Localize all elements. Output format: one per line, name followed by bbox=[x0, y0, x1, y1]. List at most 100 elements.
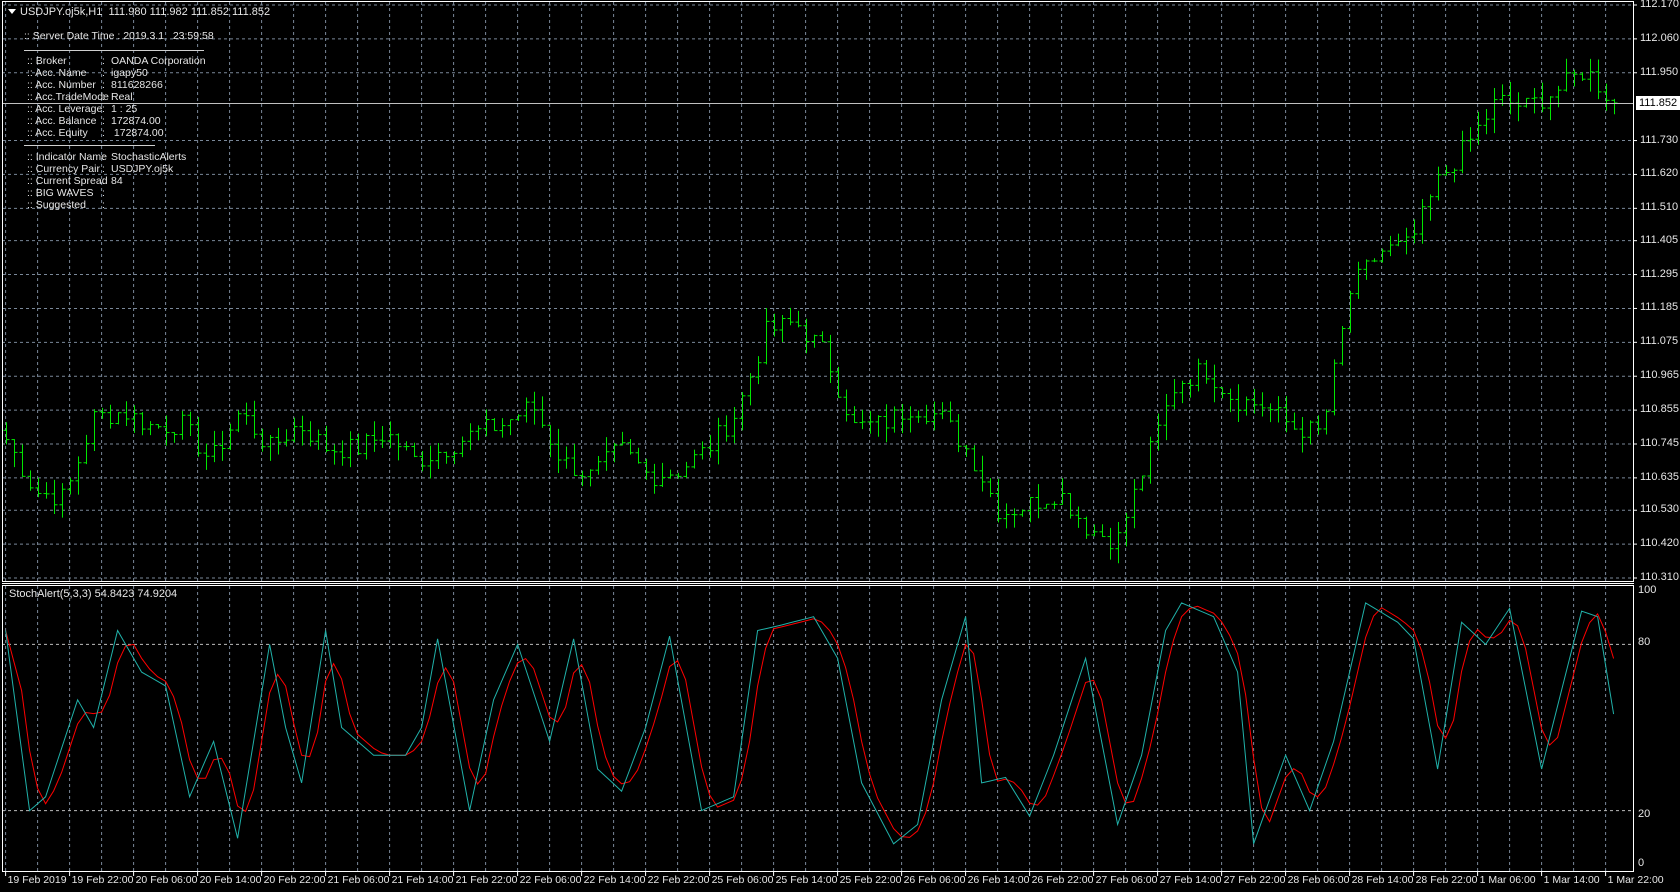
time-tick-label: 26 Feb 22:00 bbox=[1031, 874, 1094, 886]
ohlc-bar bbox=[59, 483, 66, 518]
indicator-label: StochAlert(5,3,3) 54.8423 74.9204 bbox=[9, 588, 178, 600]
info-label: :: Acc.TradeMode bbox=[27, 91, 109, 103]
ohlc-bar bbox=[467, 423, 474, 451]
ohlc-bar bbox=[1011, 508, 1018, 528]
ohlc-bar bbox=[851, 406, 858, 424]
ohlc-bar bbox=[1179, 380, 1186, 404]
info-label: :: Acc. Equity bbox=[27, 127, 88, 139]
ohlc-bar bbox=[1411, 219, 1418, 244]
time-tick-label: 1 Mar 14:00 bbox=[1543, 874, 1600, 886]
price-tick-label: 111.405 bbox=[1640, 233, 1679, 246]
price-tick-label: 110.530 bbox=[1640, 503, 1679, 516]
separator bbox=[24, 50, 204, 51]
ohlc-bar bbox=[411, 442, 418, 458]
info-value: igapy50 bbox=[111, 67, 148, 79]
ohlc-bar bbox=[1563, 58, 1570, 92]
price-tick-label: 110.745 bbox=[1640, 436, 1679, 449]
price-tick-label: 111.730 bbox=[1640, 133, 1679, 146]
ohlc-bar bbox=[227, 423, 234, 450]
ohlc-bar bbox=[251, 400, 258, 439]
ohlc-bar bbox=[723, 415, 730, 442]
ohlc-bar bbox=[1339, 325, 1346, 366]
ohlc-bar bbox=[371, 421, 378, 452]
ohlc-bar bbox=[1491, 88, 1498, 134]
ohlc-bar bbox=[1059, 478, 1066, 505]
ohlc-bar bbox=[1099, 524, 1106, 538]
current-price-label: 111.852 bbox=[1636, 96, 1680, 110]
ohlc-bar bbox=[475, 425, 482, 441]
ohlc-bar bbox=[1003, 503, 1010, 529]
price-tick-label: 112.170 bbox=[1640, 0, 1679, 10]
ohlc-bar bbox=[1155, 413, 1162, 451]
ohlc-bar bbox=[987, 478, 994, 498]
time-tick-label: 25 Feb 06:00 bbox=[711, 874, 774, 886]
time-tick-label: 27 Feb 14:00 bbox=[1159, 874, 1222, 886]
time-tick-label: 22 Feb 06:00 bbox=[519, 874, 582, 886]
info-label: :: Broker bbox=[27, 55, 67, 67]
ohlc-bar bbox=[1435, 166, 1442, 201]
ohlc-bar bbox=[715, 417, 722, 465]
dropdown-triangle-icon[interactable] bbox=[8, 9, 16, 14]
ohlc-bar bbox=[179, 410, 186, 440]
ohlc-bar bbox=[435, 442, 442, 470]
ohlc-bar bbox=[275, 427, 282, 455]
ohlc-bar bbox=[771, 313, 778, 337]
signal-line bbox=[5, 605, 1615, 838]
time-tick-label: 21 Feb 06:00 bbox=[327, 874, 390, 886]
info-colon: : bbox=[102, 115, 105, 127]
main-window-frame bbox=[2, 1, 1634, 582]
time-tick-label: 1 Mar 22:00 bbox=[1607, 874, 1664, 886]
ohlc-bar bbox=[43, 482, 50, 499]
price-tick-label: 110.855 bbox=[1640, 403, 1679, 416]
ohlc-bar bbox=[787, 307, 794, 326]
indicator-window-frame bbox=[2, 585, 1634, 872]
ohlc-bar bbox=[947, 401, 954, 423]
ohlc-bar bbox=[531, 391, 538, 425]
ohlc-bar bbox=[1219, 387, 1226, 399]
ohlc-bar bbox=[1131, 479, 1138, 529]
ohlc-bar bbox=[867, 411, 874, 434]
ohlc-bar bbox=[483, 409, 490, 437]
info-value: 84 bbox=[111, 175, 123, 187]
time-tick-label: 27 Feb 06:00 bbox=[1095, 874, 1158, 886]
price-tick-label: 112.060 bbox=[1640, 31, 1679, 44]
info-colon: : bbox=[102, 175, 105, 187]
ohlc-bar bbox=[1019, 509, 1026, 517]
ohlc-bar bbox=[627, 438, 634, 455]
ohlc-bar bbox=[1267, 403, 1274, 423]
ohlc-bar bbox=[1203, 359, 1210, 384]
info-value: OANDA Corporation bbox=[111, 55, 206, 67]
price-tick-label: 111.510 bbox=[1640, 201, 1679, 214]
ohlc-bar bbox=[1315, 415, 1322, 435]
ohlc-bar bbox=[939, 402, 946, 420]
info-label: :: BIG WAVES bbox=[27, 187, 94, 199]
ohlc-bar bbox=[1571, 69, 1578, 87]
ohlc-bar bbox=[1323, 409, 1330, 435]
ohlc-bar bbox=[507, 419, 514, 436]
ohlc-bar bbox=[443, 451, 450, 464]
ohlc-bar bbox=[11, 439, 18, 468]
ohlc-bar bbox=[707, 435, 714, 458]
ohlc-bar bbox=[931, 401, 938, 431]
info-value: 811628266 bbox=[111, 79, 163, 91]
info-label: :: Currency Pair bbox=[27, 163, 100, 175]
time-tick-label: 1 Mar 06:00 bbox=[1479, 874, 1536, 886]
info-value: StochasticAlerts bbox=[111, 151, 187, 163]
ohlc-bar bbox=[107, 404, 114, 429]
ohlc-bar bbox=[595, 456, 602, 475]
info-colon: : bbox=[102, 151, 105, 163]
ohlc-bar bbox=[683, 461, 690, 479]
ohlc-bar bbox=[635, 447, 642, 464]
ohlc-bar bbox=[955, 414, 962, 453]
ohlc-bar bbox=[1587, 58, 1594, 92]
ohlc-bar bbox=[1539, 82, 1546, 113]
ohlc-bar bbox=[1515, 92, 1522, 122]
ohlc-bar bbox=[243, 402, 250, 425]
ohlc-bar bbox=[19, 444, 26, 477]
ohlc-bar bbox=[83, 434, 90, 465]
ohlc-bar bbox=[1035, 484, 1042, 519]
ohlc-bar bbox=[819, 331, 826, 343]
info-label: :: Current Spread bbox=[27, 175, 108, 187]
ohlc-bar bbox=[347, 431, 354, 468]
price-chart[interactable] bbox=[0, 0, 1680, 892]
